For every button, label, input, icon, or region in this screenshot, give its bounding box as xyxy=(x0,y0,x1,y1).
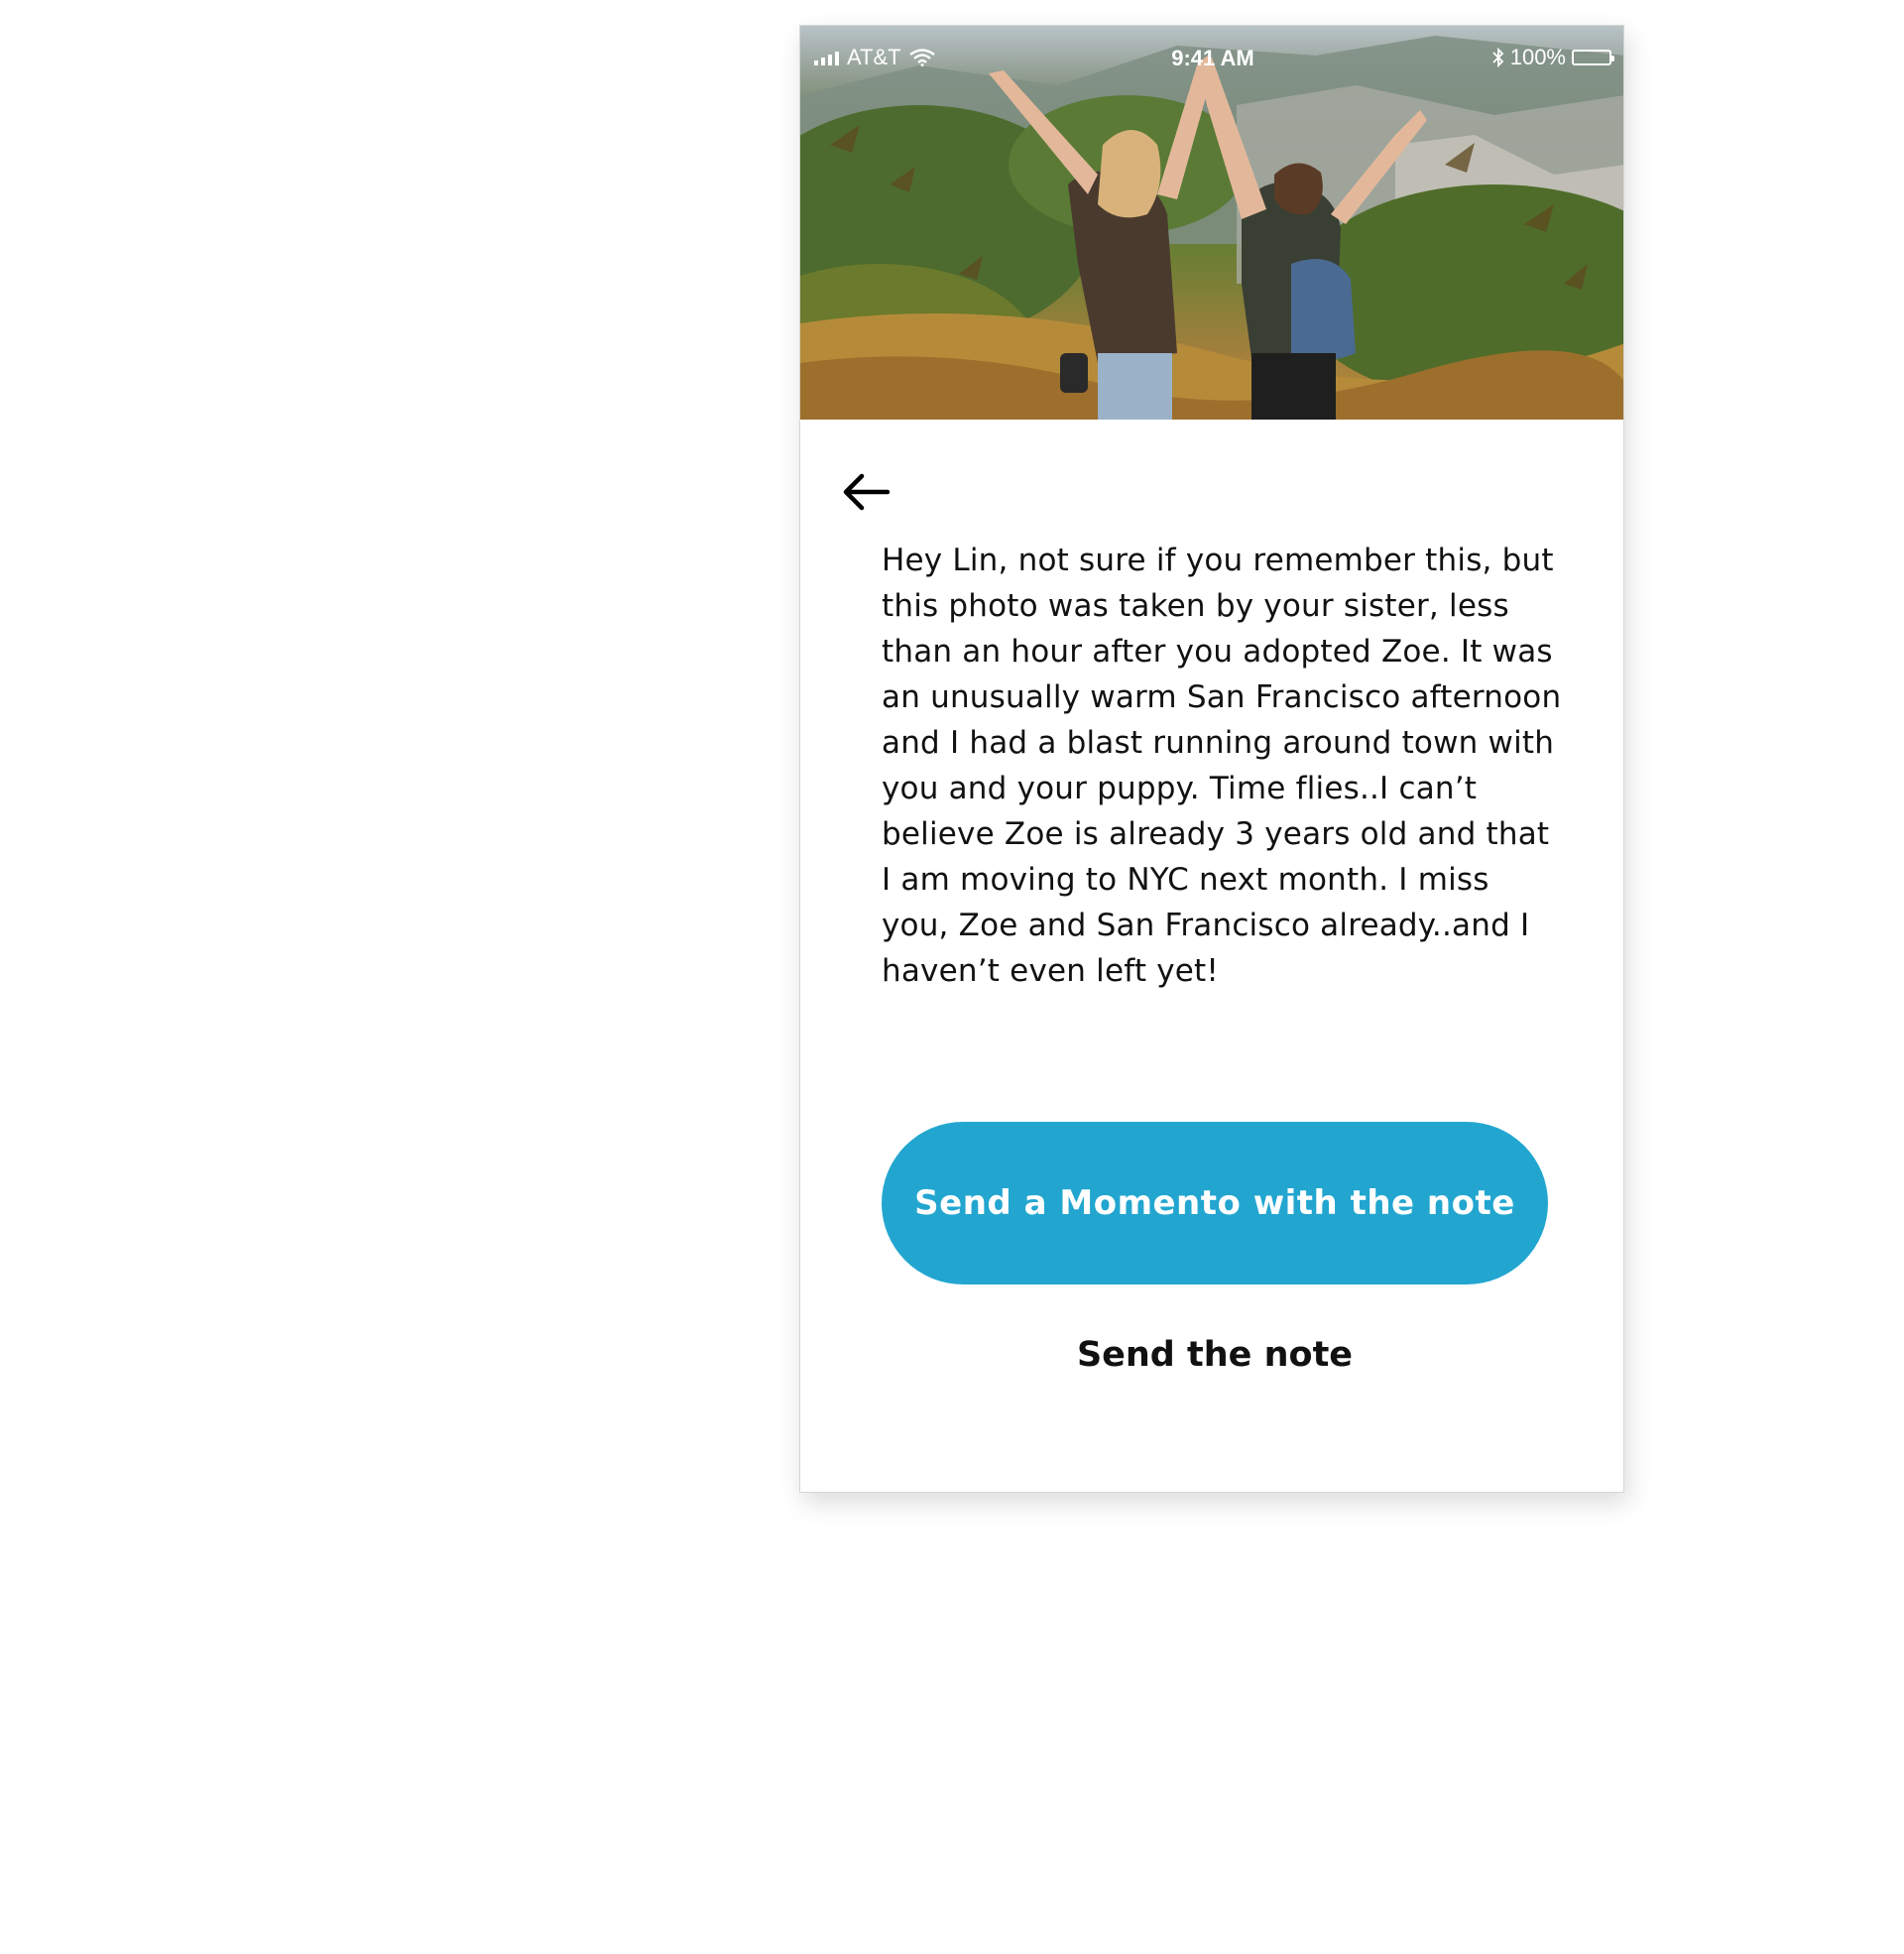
send-note-button[interactable]: Send the note xyxy=(882,1315,1548,1395)
note-text: Hey Lin, not sure if you remember this, … xyxy=(882,543,1562,989)
send-momento-button[interactable]: Send a Momento with the note xyxy=(882,1122,1548,1284)
back-button[interactable] xyxy=(836,462,895,522)
bluetooth-icon xyxy=(1492,48,1503,67)
phone-screen: AT&T 9:41 AM 100% Hey Lin, not sure if y… xyxy=(799,25,1624,1493)
battery-icon xyxy=(1572,50,1614,65)
hero-photo: AT&T 9:41 AM 100% xyxy=(800,26,1623,420)
battery-percent: 100% xyxy=(1509,45,1566,69)
status-bar: AT&T 9:41 AM 100% xyxy=(800,26,1623,87)
status-bar-right: 100% xyxy=(1492,45,1614,70)
arrow-left-icon xyxy=(843,473,891,511)
